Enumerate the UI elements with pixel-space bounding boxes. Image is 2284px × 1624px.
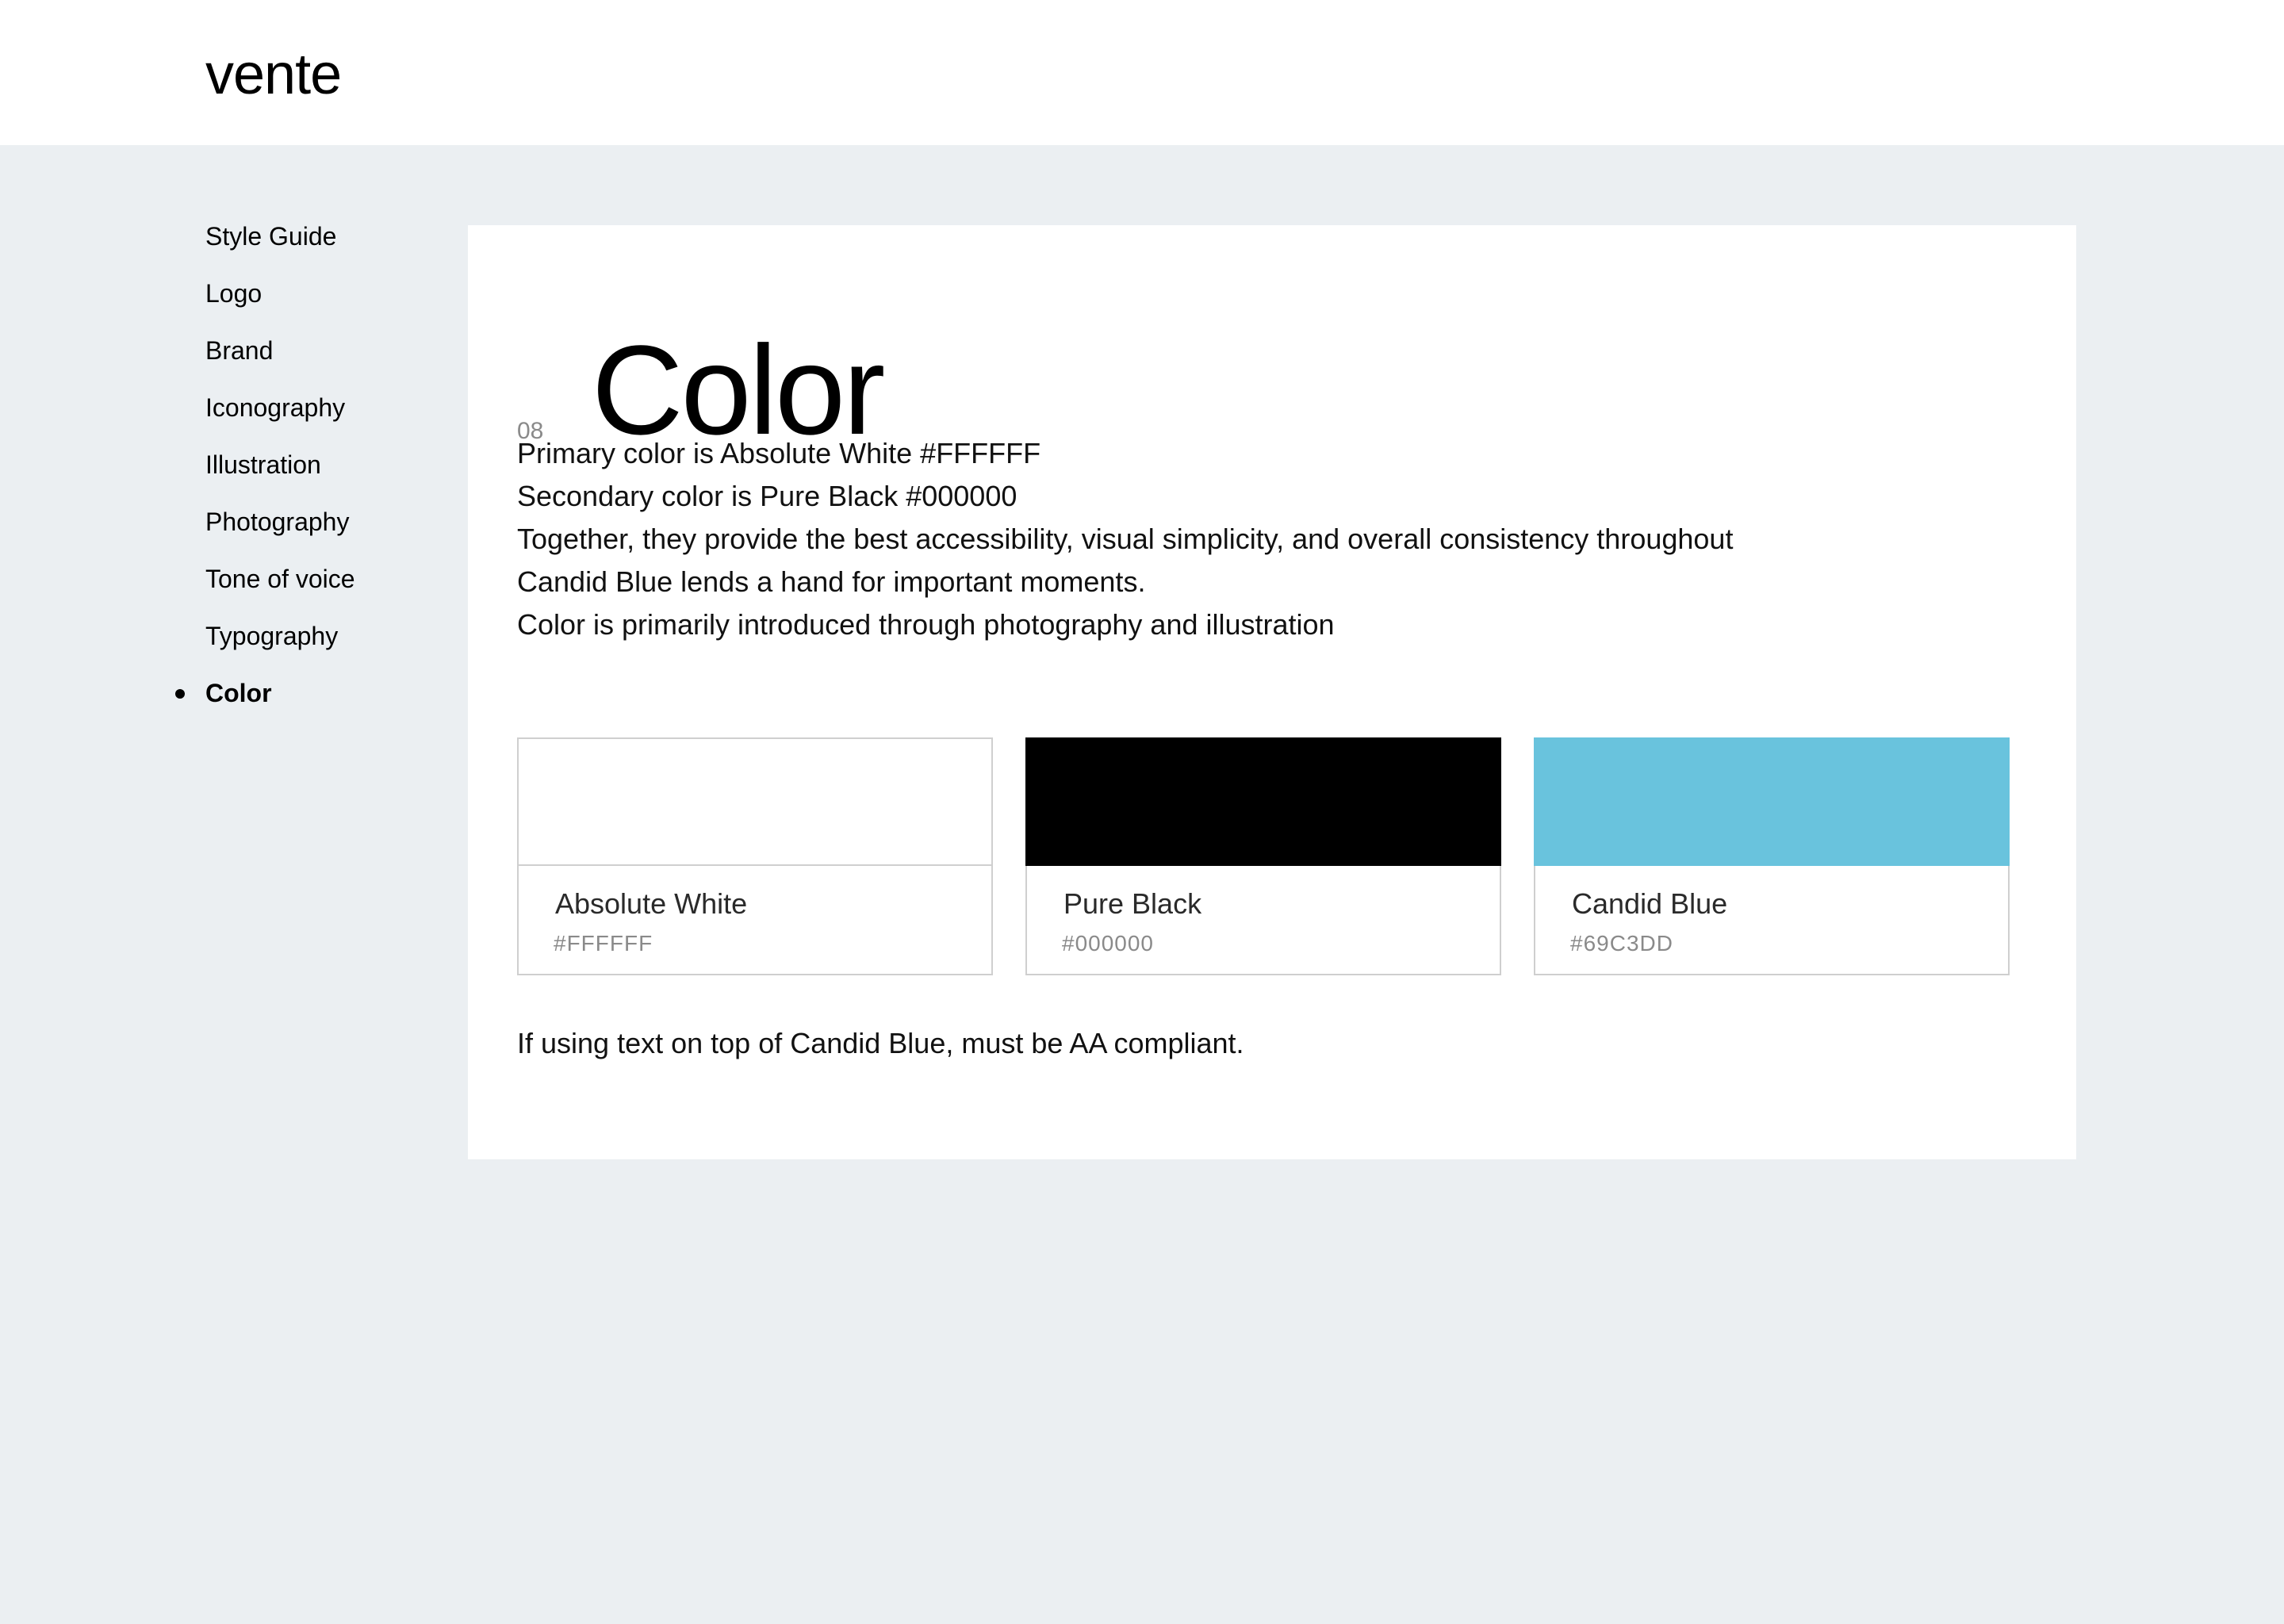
brand-logo[interactable]: vente (205, 40, 342, 109)
sidebar-item-label: Brand (205, 336, 274, 365)
sidebar-item-label: Style Guide (205, 222, 337, 251)
swatch-candid-blue: Candid Blue #69C3DD (1534, 737, 2010, 975)
sidebar-item-photography[interactable]: Photography (205, 506, 443, 563)
sidebar-item-label: Iconography (205, 393, 346, 422)
sidebar-item-label: Photography (205, 508, 350, 536)
content-card: 08 Color Primary color is Absolute White… (468, 225, 2076, 1159)
swatch-color-block (517, 737, 993, 866)
swatch-pure-black: Pure Black #000000 (1025, 737, 1501, 975)
swatch-color-block (1025, 737, 1501, 866)
active-bullet-icon (175, 689, 185, 699)
sidebar-item-label: Typography (205, 622, 339, 650)
sidebar-item-label: Tone of voice (205, 565, 355, 593)
sidebar-item-label: Logo (205, 279, 263, 308)
sidebar-item-logo[interactable]: Logo (205, 278, 443, 335)
intro-line: Together, they provide the best accessib… (517, 523, 1734, 555)
swatch-hex: #000000 (1062, 931, 1155, 956)
swatch-hex: #69C3DD (1570, 931, 1673, 956)
intro-line: Color is primarily introduced through ph… (517, 608, 1335, 641)
color-swatches: Absolute White #FFFFFF Pure Black #00000… (517, 737, 2010, 977)
sidebar-item-color[interactable]: Color (175, 677, 443, 734)
sidebar-item-tone-of-voice[interactable]: Tone of voice (205, 563, 443, 620)
swatch-color-block (1534, 737, 2010, 866)
sidebar-item-illustration[interactable]: Illustration (205, 449, 443, 506)
sidebar-item-brand[interactable]: Brand (205, 335, 443, 392)
sidebar-item-label: Illustration (205, 450, 321, 479)
compliance-note: If using text on top of Candid Blue, mus… (517, 1027, 1244, 1059)
swatch-name: Absolute White (555, 887, 748, 920)
intro-line: Secondary color is Pure Black #000000 (517, 480, 1017, 512)
sidebar-item-typography[interactable]: Typography (205, 620, 443, 677)
sidebar-item-iconography[interactable]: Iconography (205, 392, 443, 449)
sidebar-nav: Style Guide Logo Brand Iconography Illus… (175, 220, 443, 734)
swatch-absolute-white: Absolute White #FFFFFF (517, 737, 993, 975)
sidebar-item-style-guide[interactable]: Style Guide (205, 220, 443, 278)
sidebar-item-label: Color (205, 679, 272, 707)
top-header: vente (0, 0, 2284, 145)
swatch-hex: #FFFFFF (554, 931, 653, 956)
intro-text: Primary color is Absolute White #FFFFFF … (517, 432, 2024, 646)
swatch-name: Pure Black (1063, 887, 1202, 920)
intro-line: Candid Blue lends a hand for important m… (517, 565, 1146, 598)
swatch-name: Candid Blue (1572, 887, 1728, 920)
intro-line: Primary color is Absolute White #FFFFFF (517, 437, 1041, 469)
